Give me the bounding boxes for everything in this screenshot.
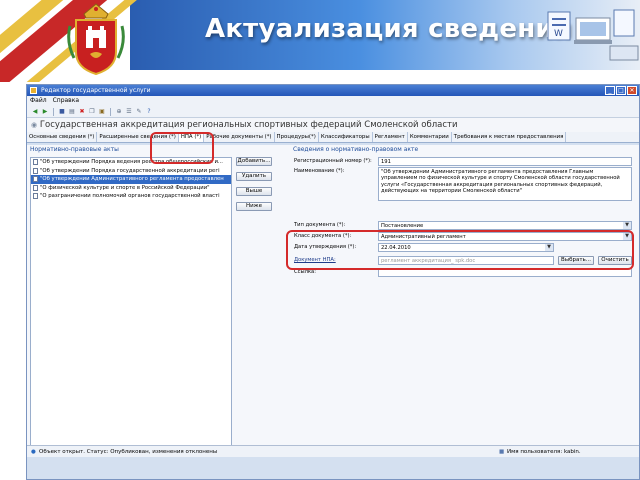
- npa-details-header: Сведения о нормативно-правовом акте: [293, 146, 419, 153]
- editor-window: Редактор государственной услуги _ □ ✕ Фа…: [26, 84, 640, 480]
- banner-title: Актуализация сведений: [205, 14, 573, 44]
- list-item-label: "О физической культуре и спорте в Россий…: [40, 184, 210, 191]
- tab-regulation[interactable]: Регламент: [373, 132, 408, 142]
- help-icon[interactable]: ?: [145, 108, 153, 116]
- toolbar-divider: [53, 107, 54, 116]
- slide-banner: Актуализация сведений W: [0, 0, 640, 82]
- tab-place-requirements[interactable]: Требования к местам предоставления: [452, 132, 567, 142]
- add-button[interactable]: Добавить...: [236, 157, 272, 166]
- delete-button[interactable]: Удалить: [236, 172, 272, 181]
- document-icon: [33, 193, 38, 200]
- coat-of-arms-icon: [67, 3, 125, 76]
- npa-list[interactable]: "Об утверждении Порядка ведения реестра …: [30, 157, 232, 457]
- tab-working-docs[interactable]: Рабочие документы (*): [204, 132, 275, 142]
- info-icon: ●: [31, 449, 36, 455]
- move-up-button[interactable]: Выше: [236, 187, 272, 196]
- reg-number-label: Регистрационный номер (*):: [294, 158, 372, 164]
- paste-icon[interactable]: ▣: [98, 108, 106, 116]
- tab-strip: Основные сведения (*) Расширенные сведен…: [27, 132, 639, 143]
- chevron-down-icon[interactable]: ▼: [623, 222, 631, 229]
- collapse-icon[interactable]: ◉: [31, 121, 37, 129]
- print-icon[interactable]: ▤: [68, 108, 76, 116]
- tab-main-info[interactable]: Основные сведения (*): [27, 132, 98, 142]
- list-item-label: "Об утверждении Административного реглам…: [40, 176, 224, 182]
- list-item-label: "О разграничении полномочий органов госу…: [40, 193, 220, 199]
- tab-comments[interactable]: Комментарии: [408, 132, 452, 142]
- svg-text:W: W: [554, 29, 563, 39]
- highlight-doc-fields: [286, 230, 634, 270]
- save-icon[interactable]: ■: [58, 108, 66, 116]
- move-down-button[interactable]: Ниже: [236, 202, 272, 211]
- window-title: Редактор государственной услуги: [41, 87, 151, 94]
- toolbar-divider: [110, 107, 111, 116]
- status-bar: ● Объект открыт. Статус: Опубликован, из…: [27, 445, 639, 457]
- delete-icon[interactable]: ✖: [78, 108, 86, 116]
- menu-bar: Файл Справка: [27, 96, 639, 106]
- tab-classifiers[interactable]: Классификаторы: [319, 132, 373, 142]
- highlight-npa-tab: [150, 132, 214, 164]
- close-button[interactable]: ✕: [627, 86, 637, 95]
- list-item-selected[interactable]: "Об утверждении Административного реглам…: [31, 175, 231, 184]
- status-text: Объект открыт. Статус: Опубликован, изме…: [39, 449, 218, 455]
- app-icon: [30, 87, 37, 94]
- minimize-button[interactable]: _: [605, 86, 615, 95]
- edit-icon[interactable]: ✎: [135, 108, 143, 116]
- doc-type-row: Тип документа (*): Постановление ▼: [290, 221, 636, 230]
- forward-icon[interactable]: ▶: [41, 108, 49, 116]
- document-icon: [33, 176, 38, 183]
- maximize-button[interactable]: □: [616, 86, 626, 95]
- user-icon: ■: [499, 449, 505, 455]
- attach-icon[interactable]: ⊕: [115, 108, 123, 116]
- document-icon: [33, 159, 38, 166]
- document-title-bar: ◉ Государственная аккредитация региональ…: [27, 118, 639, 132]
- user-name: Имя пользователя: kabin.: [507, 449, 581, 455]
- list-item[interactable]: "О физической культуре и спорте в Россий…: [31, 184, 231, 193]
- reg-number-input[interactable]: 191: [378, 157, 632, 166]
- reg-number-row: Регистрационный номер (*): 191: [290, 157, 636, 166]
- name-label: Наименование (*):: [294, 168, 345, 174]
- tab-procedures[interactable]: Процедуры(*): [275, 132, 319, 142]
- window-titlebar: Редактор государственной услуги _ □ ✕: [27, 85, 639, 96]
- toolbar: ◀ ▶ ■ ▤ ✖ ❐ ▣ ⊕ ☰ ✎ ?: [27, 106, 639, 118]
- list-item[interactable]: "О разграничении полномочий органов госу…: [31, 192, 231, 201]
- office-documents-icon: W: [547, 9, 639, 61]
- back-icon[interactable]: ◀: [31, 108, 39, 116]
- document-title: Государственная аккредитация региональны…: [39, 120, 458, 130]
- document-icon: [33, 184, 38, 191]
- name-textarea[interactable]: "Об утверждении Административного реглам…: [378, 167, 632, 201]
- copy-icon[interactable]: ❐: [88, 108, 96, 116]
- list-icon[interactable]: ☰: [125, 108, 133, 116]
- tab-content: Нормативно-правовые акты "Об утверждении…: [27, 145, 639, 457]
- menu-file[interactable]: Файл: [30, 96, 47, 106]
- document-icon: [33, 167, 38, 174]
- list-item-label: "Об утверждении Порядка государственной …: [40, 167, 220, 174]
- menu-help[interactable]: Справка: [53, 96, 79, 106]
- list-item[interactable]: "Об утверждении Порядка государственной …: [31, 167, 231, 176]
- doc-type-value: Постановление: [381, 223, 424, 229]
- doc-type-label: Тип документа (*):: [294, 222, 346, 228]
- doc-type-select[interactable]: Постановление ▼: [378, 221, 632, 230]
- npa-details-panel: Сведения о нормативно-правовом акте Реги…: [290, 145, 636, 457]
